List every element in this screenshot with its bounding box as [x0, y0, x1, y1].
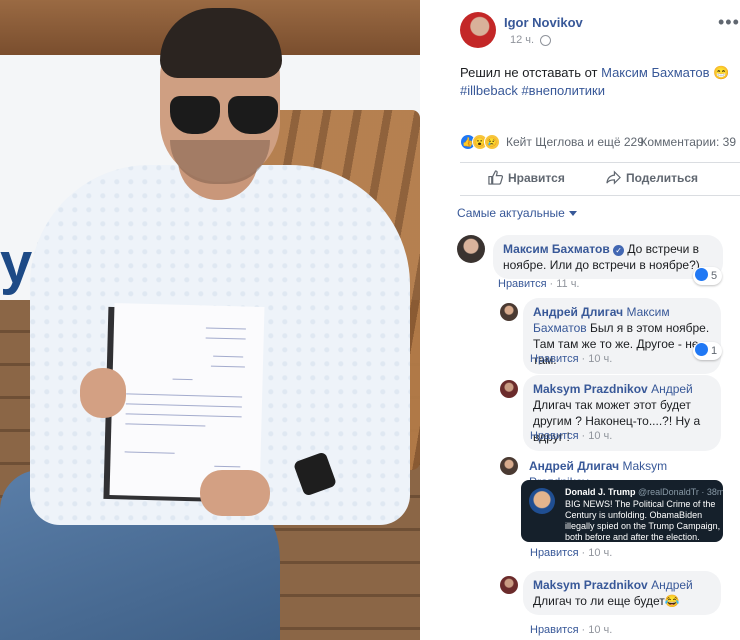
post-panel: Igor Novikov 12 ч. ••• Решил не отстават…	[420, 0, 740, 640]
photo-sunglasses	[168, 96, 280, 136]
mention-link[interactable]: Максим Бахматов	[601, 65, 709, 80]
separator-dot: ·	[549, 278, 554, 290]
like-icon	[695, 268, 708, 281]
comment-author[interactable]: Максим Бахматов	[503, 242, 610, 256]
tweet-text: BIG NEWS! The Political Crime of the Cen…	[565, 499, 721, 542]
reply-reaction-badge[interactable]: 1	[693, 342, 723, 360]
hashtag-link-2[interactable]: #внеполитики	[521, 83, 605, 98]
sad-icon: 😢	[484, 134, 500, 150]
reaction-names[interactable]: Кейт Щеглова и ещё 229	[506, 135, 644, 149]
reply-avatar[interactable]	[500, 380, 518, 398]
comment-time[interactable]: 11 ч.	[556, 278, 579, 290]
comment-like-link[interactable]: Нравится	[498, 278, 547, 290]
thumbs-up-icon	[488, 170, 503, 185]
reply-time[interactable]: 10 ч.	[588, 547, 612, 559]
share-icon	[606, 170, 621, 185]
share-button-label: Поделиться	[626, 171, 699, 185]
post-text: Решил не отставать от Максим Бахматов 😁 …	[460, 64, 730, 100]
reply-time[interactable]: 10 ч.	[588, 353, 612, 365]
tweet-handle: @realDonaldTr · 38m	[638, 487, 723, 497]
post-actions: Нравится Поделиться	[460, 162, 740, 196]
separator-dot: ·	[581, 430, 586, 442]
more-options-icon[interactable]: •••	[718, 12, 740, 33]
like-icon	[695, 343, 708, 356]
author-name[interactable]: Igor Novikov	[504, 15, 583, 30]
reply-avatar[interactable]	[500, 457, 518, 475]
reply-bubble: Maksym Prazdnikov Андрей Длигач то ли ещ…	[523, 571, 721, 615]
tweet-author: Donald J. Trump @realDonaldTr · 38m	[565, 487, 723, 497]
reply-like-link[interactable]: Нравится	[530, 547, 579, 559]
separator-dot: ·	[581, 353, 586, 365]
separator-dot: ·	[581, 624, 586, 636]
reply-author[interactable]: Андрей Длигач	[533, 305, 623, 319]
author-avatar[interactable]	[460, 12, 496, 48]
comment-bubble: Максим Бахматов ✓ До встречи в ноябре. И…	[493, 235, 723, 279]
post-text-prefix: Решил не отставать от	[460, 65, 602, 80]
reply-meta: Нравится · 10 ч.	[530, 353, 612, 365]
tweet-avatar	[529, 488, 555, 514]
post-header: Igor Novikov 12 ч. •••	[420, 0, 740, 56]
comment-meta: Нравится · 11 ч.	[498, 278, 579, 290]
comment-avatar[interactable]	[457, 235, 485, 263]
like-button[interactable]: Нравится	[488, 170, 565, 185]
photo-left-hand	[80, 368, 126, 418]
verified-badge-icon: ✓	[613, 245, 625, 256]
reply-mention[interactable]: Андрей	[651, 382, 693, 396]
reply-avatar[interactable]	[500, 303, 518, 321]
comment-reaction-badge[interactable]: 5	[693, 267, 723, 285]
reply-author[interactable]: Андрей Длигач	[529, 459, 619, 473]
comments-count[interactable]: Комментарии: 39	[640, 135, 736, 149]
reaction-count: 5	[711, 270, 718, 282]
grin-emoji-icon: 😁	[713, 65, 730, 80]
reply-time[interactable]: 10 ч.	[588, 624, 612, 636]
reactions-bar[interactable]: 👍 😮 😢 Кейт Щеглова и ещё 229 Комментарии…	[460, 132, 740, 154]
reply-meta: Нравится · 10 ч.	[530, 624, 612, 636]
separator-dot: ·	[581, 547, 586, 559]
comment-sort-dropdown[interactable]: Самые актуальные	[457, 206, 577, 220]
reply-text: Длигач то ли еще будет😂	[533, 594, 680, 608]
share-button[interactable]: Поделиться	[606, 170, 699, 185]
tweet-embed-card[interactable]: Donald J. Trump @realDonaldTr · 38m BIG …	[521, 480, 723, 542]
reply-avatar[interactable]	[500, 576, 518, 594]
reaction-count: 1	[711, 345, 718, 357]
post-timestamp[interactable]: 12 ч.	[510, 34, 534, 46]
reply-time[interactable]: 10 ч.	[588, 430, 612, 442]
hashtag-link-1[interactable]: #illbeback	[460, 83, 518, 98]
reply-like-link[interactable]: Нравится	[530, 430, 579, 442]
reply-author[interactable]: Maksym Prazdnikov	[533, 578, 648, 592]
reply-like-link[interactable]: Нравится	[530, 353, 579, 365]
globe-icon[interactable]	[540, 35, 551, 46]
chevron-down-icon	[568, 211, 577, 217]
post-photo[interactable]: yU K	[0, 0, 420, 640]
reply-meta: Нравится · 10 ч.	[530, 547, 612, 559]
reply-mention[interactable]: Андрей	[651, 578, 693, 592]
reply-meta: Нравится · 10 ч.	[530, 430, 612, 442]
like-button-label: Нравится	[508, 171, 565, 185]
reply-author[interactable]: Maksym Prazdnikov	[533, 382, 648, 396]
comment-sort-label: Самые актуальные	[457, 206, 565, 220]
photo-right-hand	[200, 470, 270, 516]
reply-like-link[interactable]: Нравится	[530, 624, 579, 636]
